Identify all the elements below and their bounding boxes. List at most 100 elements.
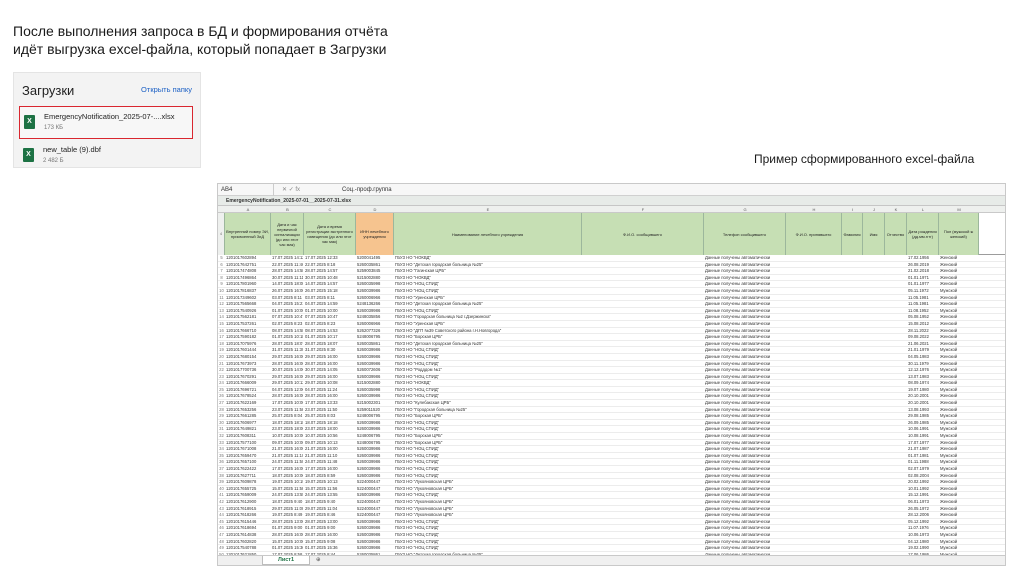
table-cell[interactable]: 30.07.2025 14:06 (272, 367, 303, 373)
table-cell[interactable]: 5260039986 (357, 525, 393, 531)
table-cell[interactable]: Мужской (940, 459, 978, 465)
table-cell[interactable]: 15.08.2012 (908, 321, 938, 327)
table-cell[interactable]: 1201017671008 (226, 446, 270, 452)
table-cell[interactable]: 28.11.2022 (908, 328, 938, 334)
table-cell[interactable]: 29.07.2025 11:04 (305, 506, 355, 512)
table-cell[interactable]: 18.07.2025 9:40 (272, 499, 303, 505)
table-cell[interactable]: 5260039986 (357, 473, 393, 479)
table-cell[interactable]: 04.07.2025 14:59 (305, 301, 355, 307)
table-cell[interactable]: Женский (940, 374, 978, 380)
table-cell[interactable]: Данные получены автоматически (705, 506, 785, 512)
table-cell[interactable]: Данные получены автоматически (705, 433, 785, 439)
table-cell[interactable]: 24.07.2025 13:55 (272, 492, 303, 498)
table-cell[interactable]: Данные получены автоматически (705, 341, 785, 347)
table-cell[interactable]: 20.02.1992 (908, 479, 938, 485)
table-cell[interactable]: 5260035998 (357, 281, 393, 287)
table-cell[interactable]: 04.07.2025 12:06 (272, 387, 303, 393)
table-cell[interactable]: 22.07.2025 8:18 (305, 262, 355, 268)
table-cell[interactable]: ГБУЗ НО "Уренская ЦРБ" (395, 321, 581, 327)
table-cell[interactable]: 1201017540788 (226, 545, 270, 551)
table-cell[interactable]: 01.07.2025 15:36 (272, 545, 303, 551)
table-cell[interactable]: 1201017075976 (226, 341, 270, 347)
table-cell[interactable]: Женский (940, 473, 978, 479)
table-cell[interactable]: 18.07.2025 8:59 (305, 473, 355, 479)
table-cell[interactable]: 1201017602894 (226, 255, 270, 261)
table-cell[interactable]: Женский (940, 492, 978, 498)
table-cell[interactable]: 09.08.2022 (908, 334, 938, 340)
table-cell[interactable]: 30.07.2025 11:11 (272, 275, 303, 281)
table-cell[interactable]: 28.07.2025 13:00 (305, 519, 355, 525)
table-cell[interactable]: 18.07.2025 10:06 (272, 473, 303, 479)
table-cell[interactable]: Мужской (940, 466, 978, 472)
table-cell[interactable]: 1201017659009 (226, 492, 270, 498)
table-cell[interactable]: Данные получены автоматически (705, 301, 785, 307)
table-cell[interactable]: 03.07.2025 8:11 (272, 295, 303, 301)
table-cell[interactable]: 5260035861 (357, 341, 393, 347)
table-cell[interactable]: 1201017609878 (226, 479, 270, 485)
table-cell[interactable]: 5215002880 (357, 380, 393, 386)
table-cell[interactable]: ГБУЗ НО "Детская городская больница №25" (395, 262, 581, 268)
table-cell[interactable]: Данные получены автоматически (705, 532, 785, 538)
table-cell[interactable]: 1201017618694 (226, 525, 270, 531)
table-cell[interactable]: 1201017540926 (226, 308, 270, 314)
table-cell[interactable]: 28.07.2025 16:00 (305, 393, 355, 399)
open-folder-link[interactable]: Открыть папку (141, 85, 192, 94)
table-cell[interactable]: 30.07.2025 14:05 (305, 367, 355, 373)
table-cell[interactable]: 5215002880 (357, 275, 393, 281)
table-cell[interactable]: Женский (940, 328, 978, 334)
table-cell[interactable]: 1201017614838 (226, 532, 270, 538)
table-cell[interactable]: Женский (940, 479, 978, 485)
table-cell[interactable]: ГБУЗ НО "Борская ЦРБ" (395, 334, 581, 340)
column-letter[interactable]: M (939, 206, 979, 213)
table-cell[interactable]: 17.07.2025 14:12 (272, 255, 303, 261)
download-item-xlsx[interactable]: X EmergencyNotification_2025-07-....xlsx… (19, 106, 193, 139)
table-cell[interactable]: 09.07.2025 10:00 (272, 440, 303, 446)
table-cell[interactable]: 5260039986 (357, 308, 393, 314)
table-cell[interactable]: Данные получены автоматически (705, 367, 785, 373)
table-cell[interactable]: ГБУЗ НО "НОЦ СПИД" (395, 361, 581, 367)
table-cell[interactable]: 1201017666710 (226, 328, 270, 334)
table-cell[interactable]: 21.07.2025 11:10 (305, 453, 355, 459)
table-cell[interactable]: Женский (940, 499, 978, 505)
table-cell[interactable]: 1201017680154 (226, 354, 270, 360)
table-cell[interactable]: 17.07.2025 13:33 (305, 400, 355, 406)
table-cell[interactable]: ГБУЗ НО "Детская городская больница №25" (395, 341, 581, 347)
table-cell[interactable]: 18.07.2025 9:40 (305, 499, 355, 505)
table-cell[interactable]: 5260039986 (357, 492, 393, 498)
table-cell[interactable]: 1201017673973 (226, 361, 270, 367)
table-cell[interactable]: 5260039986 (357, 374, 393, 380)
table-cell[interactable]: 21.07.1987 (908, 446, 938, 452)
table-cell[interactable]: Данные получены автоматически (705, 486, 785, 492)
table-cell[interactable]: 1201017615446 (226, 519, 270, 525)
table-cell[interactable]: 1201017670291 (226, 374, 270, 380)
table-cell[interactable]: Женский (940, 255, 978, 261)
table-cell[interactable]: 1201017537261 (226, 321, 270, 327)
column-letter[interactable]: H (786, 206, 842, 213)
table-cell[interactable]: 31.07.2025 8:30 (305, 347, 355, 353)
table-cell[interactable]: 1201017496864 (226, 275, 270, 281)
table-cell[interactable]: Данные получены автоматически (705, 459, 785, 465)
table-cell[interactable]: 5224000447 (357, 499, 393, 505)
table-cell[interactable]: 13.08.1993 (908, 407, 938, 413)
table-cell[interactable]: 07.07.2025 10:47 (272, 314, 303, 320)
table-cell[interactable]: Данные получены автоматически (705, 420, 785, 426)
table-cell[interactable]: 1201017577100 (226, 440, 270, 446)
table-cell[interactable]: Мужской (940, 545, 978, 551)
table-cell[interactable]: 01.07.2025 10:18 (272, 334, 303, 340)
table-cell[interactable]: 05.08.1952 (908, 314, 938, 320)
table-cell[interactable]: 10.06.1991 (908, 426, 938, 432)
table-cell[interactable]: 5260006966 (357, 295, 393, 301)
table-cell[interactable]: Мужской (940, 525, 978, 531)
table-cell[interactable]: 29.07.2025 16:00 (272, 374, 303, 380)
table-cell[interactable]: Данные получены автоматически (705, 295, 785, 301)
table-cell[interactable]: ГБУЗ НО "Кулебакская ЦРБ" (395, 400, 581, 406)
table-cell[interactable]: 11.05.1981 (908, 301, 938, 307)
table-cell[interactable]: 29.07.2025 16:00 (305, 354, 355, 360)
table-cell[interactable]: 28.07.2025 14:58 (272, 268, 303, 274)
table-cell[interactable]: 5260039986 (357, 453, 393, 459)
table-cell[interactable]: Данные получены автоматически (705, 354, 785, 360)
table-cell[interactable]: Данные получены автоматически (705, 288, 785, 294)
table-cell[interactable]: 1201017606977 (226, 420, 270, 426)
table-cell[interactable]: Данные получены автоматически (705, 374, 785, 380)
add-sheet-icon[interactable]: ⊕ (316, 556, 321, 565)
